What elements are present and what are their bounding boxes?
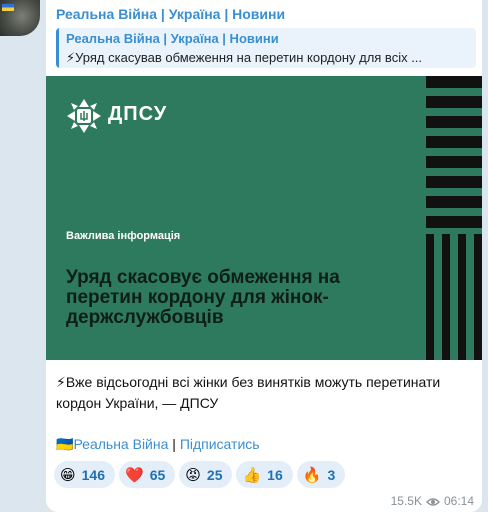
ukraine-flag-icon: 🇺🇦 — [56, 436, 74, 452]
grin-emoji-icon: 😁 — [60, 466, 76, 484]
thumbs-up-emoji-icon: 👍 — [242, 466, 262, 484]
channel-name[interactable]: Реальна Війна | Україна | Новини — [56, 6, 285, 22]
banner-headline: Уряд скасовує обмеження на перетин кордо… — [66, 267, 340, 328]
message-meta: 15.5K 06:14 — [391, 494, 474, 508]
dpsu-emblem-icon — [67, 99, 101, 133]
angry-emoji-icon: 😡 — [185, 466, 201, 484]
message-text: ⚡Вже відсьогодні всі жінки без винятків … — [56, 374, 441, 411]
view-count: 15.5K — [390, 494, 422, 508]
reactions-bar: 😁 146 ❤️ 65 😡 25 👍 16 🔥 3 — [54, 461, 349, 489]
reply-bar — [56, 28, 59, 68]
message-time: 06:14 — [443, 494, 474, 508]
heart-emoji-icon: ❤️ — [125, 466, 144, 484]
fire-emoji-icon: 🔥 — [302, 466, 322, 484]
subscribe-link[interactable]: Підписатись — [180, 436, 260, 452]
reply-text: ⚡Уряд скасував обмеження на перетин корд… — [66, 50, 423, 65]
links-separator: | — [172, 436, 176, 452]
reaction-angry[interactable]: 😡 25 — [179, 461, 233, 488]
reaction-thumbs-up[interactable]: 👍 16 — [236, 461, 293, 488]
reaction-count: 25 — [206, 466, 223, 483]
channel-link[interactable]: Реальна Війна — [73, 436, 168, 452]
message-links: 🇺🇦Реальна Війна | Підписатись — [56, 436, 260, 453]
stripes-decoration — [426, 76, 482, 360]
reaction-count: 3 — [327, 466, 336, 483]
post-image[interactable]: ДПСУ Важлива інформація Уряд скасовує об… — [46, 76, 482, 360]
reaction-grin[interactable]: 😁 146 — [54, 461, 115, 488]
eye-icon — [425, 498, 440, 506]
reply-title: Реальна Війна | Україна | Новини — [66, 31, 279, 46]
reaction-fire[interactable]: 🔥 3 — [296, 461, 346, 488]
reaction-count: 65 — [149, 466, 166, 483]
ukraine-flag-icon — [2, 4, 14, 11]
channel-avatar[interactable] — [0, 0, 40, 36]
dpsu-logo-text: ДПСУ — [108, 103, 168, 125]
reaction-count: 146 — [81, 466, 105, 483]
reaction-count: 16 — [267, 466, 283, 483]
reply-preview[interactable]: Реальна Війна | Україна | Новини ⚡Уряд с… — [56, 28, 476, 68]
message-bubble: Реальна Війна | Україна | Новини Реальна… — [46, 0, 482, 512]
reaction-heart[interactable]: ❤️ 65 — [119, 461, 176, 488]
banner-info-label: Важлива інформація — [66, 230, 181, 242]
